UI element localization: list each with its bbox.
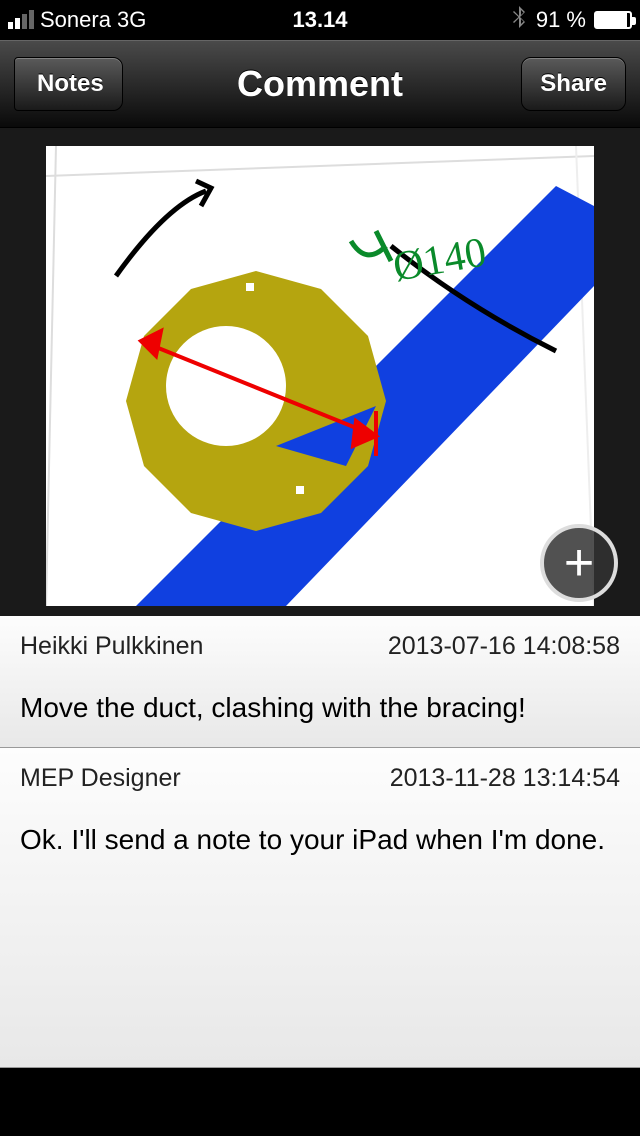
battery-percent: 91 % [536,7,586,33]
signal-icon [8,11,34,29]
comment-author: MEP Designer [20,764,181,793]
comment-item[interactable]: Heikki Pulkkinen 2013-07-16 14:08:58 Mov… [0,616,640,748]
image-area: Ø140 + [0,128,640,616]
nav-bar: Notes Comment Share [0,40,640,128]
network-label: 3G [117,7,146,33]
clock: 13.14 [292,7,347,33]
comments-list: Heikki Pulkkinen 2013-07-16 14:08:58 Mov… [0,616,640,1068]
comment-timestamp: 2013-11-28 13:14:54 [390,764,620,793]
share-button[interactable]: Share [521,57,626,111]
plus-icon: + [564,533,594,593]
comment-body: Ok. I'll send a note to your iPad when I… [20,821,620,859]
add-button[interactable]: + [540,524,618,602]
comment-body: Move the duct, clashing with the bracing… [20,689,620,727]
bluetooth-icon [512,5,528,35]
back-button[interactable]: Notes [14,57,123,111]
comment-author: Heikki Pulkkinen [20,632,203,661]
status-bar: Sonera 3G 13.14 91 % [0,0,640,40]
comment-item[interactable]: MEP Designer 2013-11-28 13:14:54 Ok. I'l… [0,748,640,1068]
battery-icon [594,11,632,29]
annotation-image[interactable]: Ø140 [46,146,594,606]
carrier-label: Sonera [40,7,111,33]
page-title: Comment [237,63,403,105]
comment-timestamp: 2013-07-16 14:08:58 [388,632,620,661]
